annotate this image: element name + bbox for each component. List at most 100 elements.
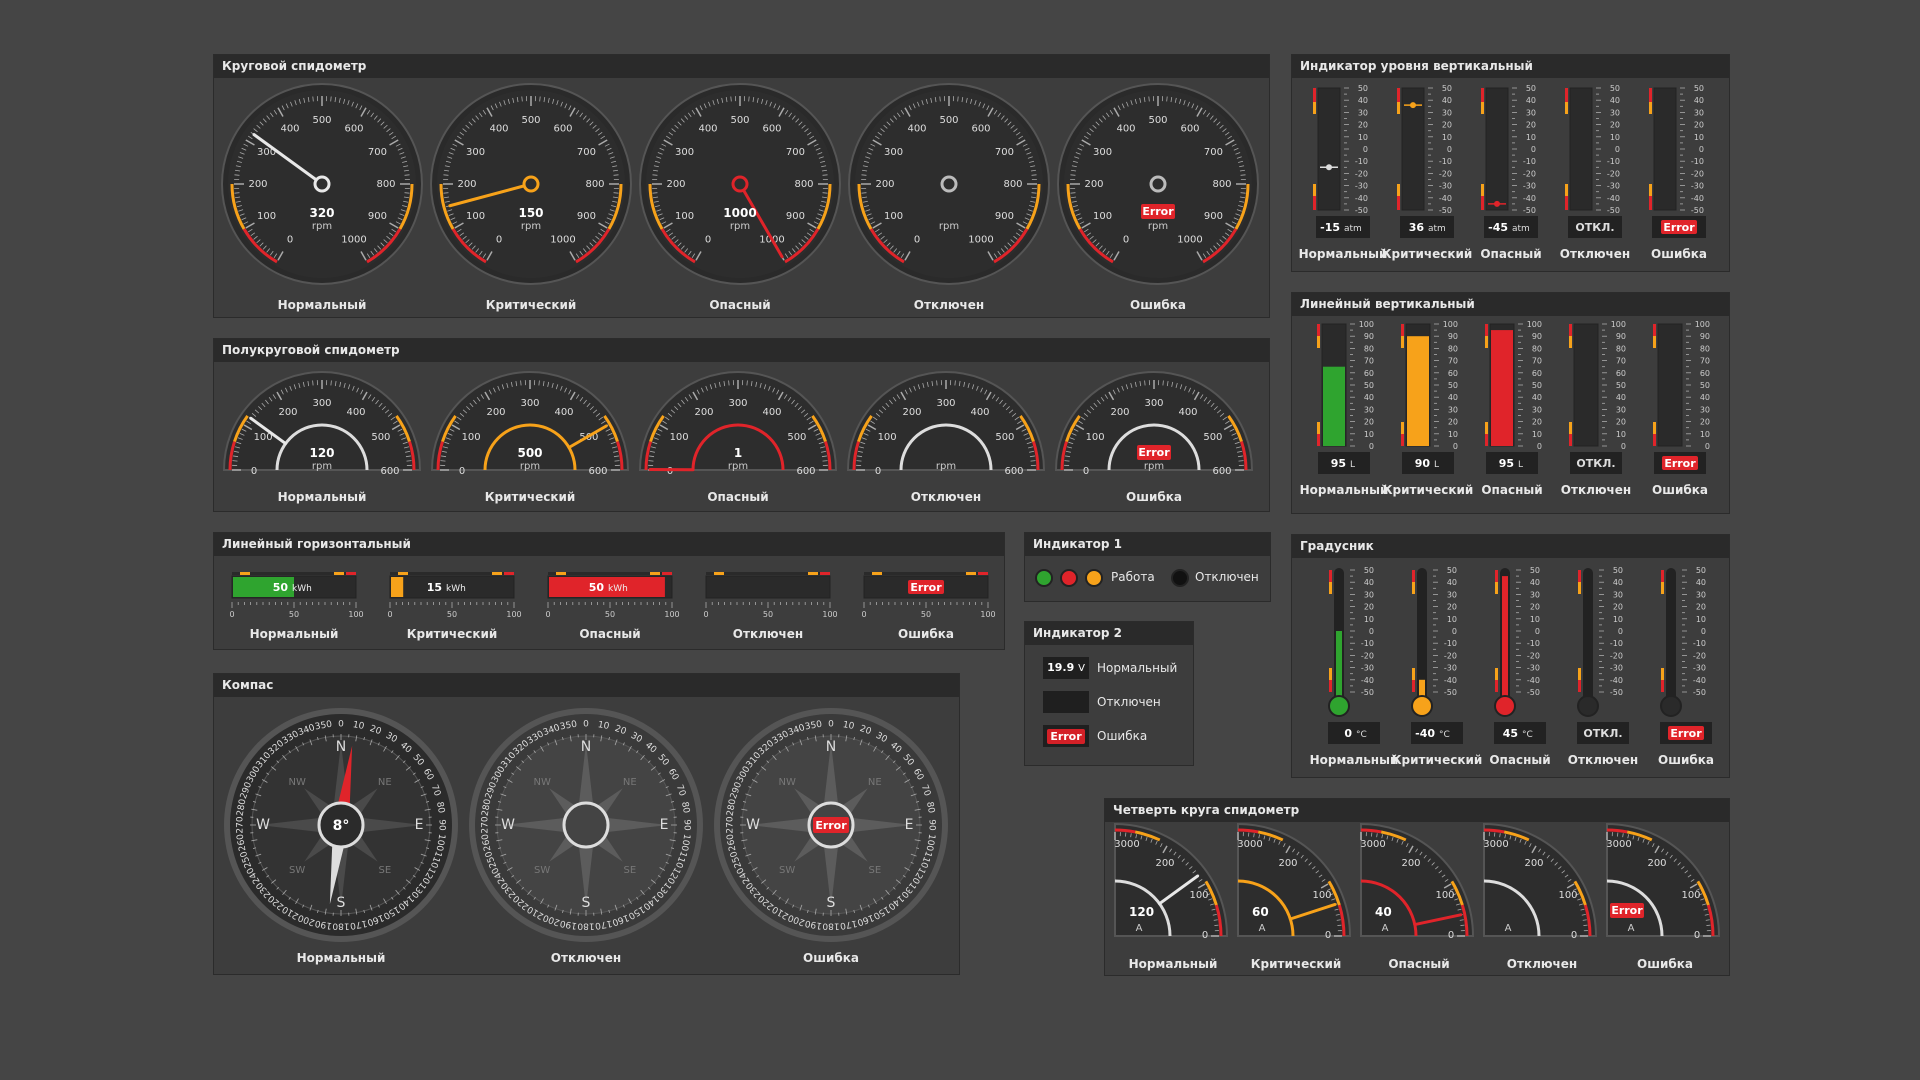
tick-label: 70 [1616, 357, 1626, 366]
bar-unit: kWh [446, 584, 466, 594]
tick-label: 10 [1364, 615, 1374, 624]
tick-label: 20 [1448, 418, 1458, 427]
panel-title: Индикатор 2 [1025, 622, 1193, 645]
low-orange-mark [1565, 184, 1568, 196]
tick-label: 600 [762, 124, 781, 135]
bar-caption: Отключен [733, 627, 803, 641]
panel-title: Индикатор уровня вертикальный [1292, 55, 1729, 78]
tick-label: 40 [1613, 578, 1623, 587]
tick-label: 900 [368, 211, 387, 222]
degree-label: 10 [842, 720, 855, 732]
gauge-tick [614, 460, 620, 462]
thermo-unit: °C [1439, 730, 1450, 740]
tick-label: 10 [1613, 615, 1623, 624]
tick-label: 300 [728, 398, 747, 409]
panel-title: Полукруговой спидометр [214, 339, 1269, 362]
tick-label: 0 [667, 466, 673, 477]
low-orange-mark [1412, 668, 1415, 680]
work-label: Работа [1111, 570, 1155, 584]
tick-label: 50 [1530, 566, 1540, 575]
tick-label: 0 [229, 610, 234, 619]
low-red-mark [1578, 680, 1581, 692]
tick-label: 30 [1616, 405, 1626, 414]
bar-value: 50 [589, 581, 605, 594]
error-label: Ошибка [1097, 729, 1148, 743]
panel-title: Линейный вертикальный [1292, 293, 1729, 316]
tick-label: 10 [1696, 615, 1706, 624]
error-text: Error [1142, 205, 1174, 218]
cardinal-label: W [501, 817, 515, 833]
tick-label: 100 [664, 610, 679, 619]
linear-caption: Опасный [1481, 483, 1542, 497]
degree-label: 0 [338, 720, 344, 730]
tick-label: 400 [762, 407, 781, 418]
tick-label: 0 [1448, 930, 1454, 941]
tick-label: 400 [907, 124, 926, 135]
gauge-caption: Критический [486, 298, 577, 312]
high-red-mark [1578, 570, 1581, 582]
tick-label: 70 [1532, 357, 1542, 366]
panel-title: Четверть круга спидометр [1105, 799, 1729, 822]
level-caption: Отключен [1560, 247, 1630, 261]
tick-label: 60 [1448, 369, 1458, 378]
tick-label: 50 [1694, 84, 1704, 93]
gauge-unit: rpm [936, 461, 956, 472]
degree-label: 90 [437, 819, 447, 831]
vlevel-panel: Индикатор уровня вертикальный 50 40 30 20 10… [1291, 54, 1730, 272]
tick-label: 300 [312, 398, 331, 409]
tick-label: 70 [1448, 357, 1458, 366]
thermo-caption: Ошибка [1658, 753, 1714, 767]
gauge-tick [954, 380, 956, 386]
high-red-mark [504, 572, 514, 575]
tick-label: -20 [1523, 169, 1536, 178]
tick-label: 700 [786, 147, 805, 158]
tick-label: -40 [1439, 194, 1452, 203]
tick-label: 700 [577, 147, 596, 158]
tick-label: 50 [1616, 381, 1626, 390]
bar-unit: kWh [292, 584, 312, 594]
tick-label: 100 [670, 432, 689, 443]
tick-label: 40 [1364, 393, 1374, 402]
tick-label: 40 [1364, 578, 1374, 587]
low-orange-mark [1481, 184, 1484, 196]
degree-label: 180 [822, 921, 839, 931]
high-orange-mark [1495, 582, 1498, 594]
tick-label: 100 [1093, 211, 1112, 222]
thermo-unit: °C [1522, 730, 1533, 740]
tick-label: 600 [971, 124, 990, 135]
gauge-value: 1000 [723, 206, 756, 220]
thermo-caption: Опасный [1489, 753, 1550, 767]
high-red-mark [1661, 570, 1664, 582]
gauge-value: 40 [1375, 905, 1392, 919]
linear-caption: Нормальный [1300, 483, 1389, 497]
low-red-mark [1401, 434, 1404, 446]
low-orange-mark [1578, 668, 1581, 680]
tick-label: 100 [1695, 320, 1710, 329]
level-marker [1326, 164, 1332, 171]
gauge-caption: Опасный [1388, 957, 1449, 971]
degree-label: 0 [828, 720, 834, 730]
tick-label: 200 [1401, 858, 1420, 869]
off-led [1171, 569, 1189, 587]
tick-label: 400 [346, 407, 365, 418]
tick-label: 90 [1448, 332, 1458, 341]
tick-label: 0 [1447, 145, 1452, 154]
tick-label: 0 [1123, 234, 1129, 245]
tick-label: -10 [1361, 639, 1374, 648]
thermo-caption: Критический [1392, 753, 1483, 767]
tick-label: 20 [1364, 418, 1374, 427]
thermo-panel: Градусник 50 40 30 20 10 0 -10 -20 -30 -40 -50 0 °C Н… [1291, 534, 1730, 778]
tick-label: 300 [1144, 398, 1163, 409]
low-red-mark [1569, 434, 1572, 446]
cardinal-label: SW [534, 865, 550, 876]
tick-label: -50 [1527, 688, 1540, 697]
level-caption: Ошибка [1651, 247, 1707, 261]
tick-label: 600 [588, 466, 607, 477]
tick-label: -10 [1527, 639, 1540, 648]
tick-label: 200 [1647, 858, 1666, 869]
cardinal-label: SW [779, 865, 795, 876]
degree-label: 90 [927, 819, 937, 831]
thermo-unit: °C [1356, 730, 1367, 740]
degree-label: 270 [726, 816, 736, 833]
gauge-tick [822, 174, 828, 176]
